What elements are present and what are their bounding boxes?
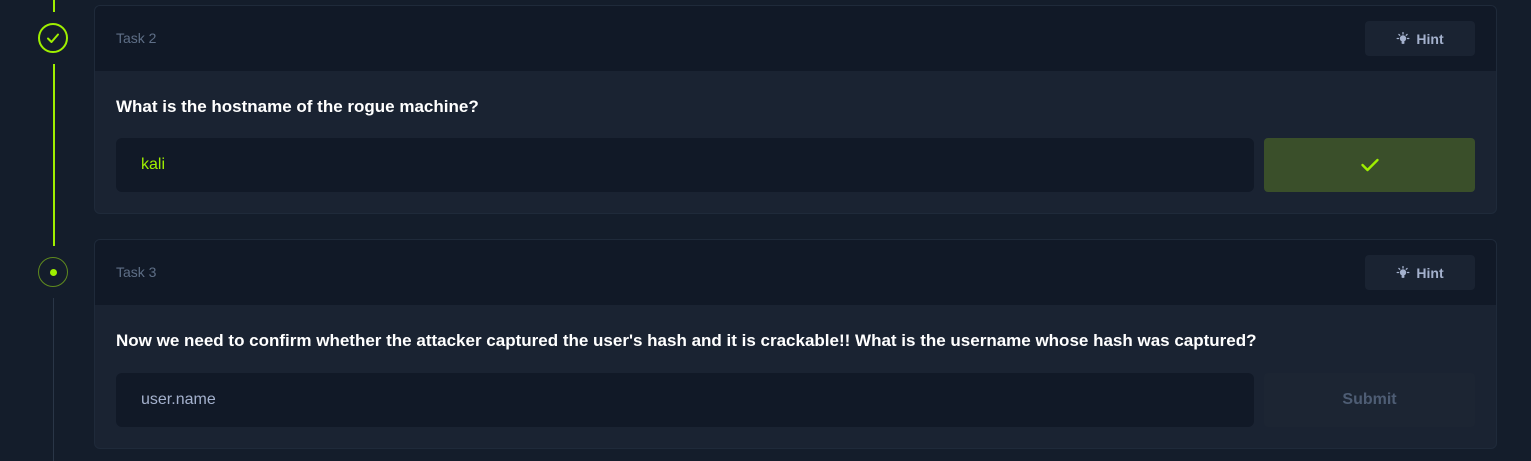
timeline-rail-upcoming (53, 298, 54, 461)
task-2-answer-value: kali (141, 156, 166, 173)
task-3-status-node (38, 257, 68, 287)
task-3-card: Task 3 Hint Now we need to confirm wheth… (94, 239, 1497, 449)
task-3-submit-button[interactable]: Submit (1264, 373, 1475, 427)
task-2-answer-field[interactable]: kali (116, 138, 1254, 192)
task-3-question: Now we need to confirm whether the attac… (116, 331, 1257, 350)
task-3-header: Task 3 Hint (95, 240, 1496, 306)
task-2-correct-button[interactable] (1264, 138, 1475, 192)
hint-label: Hint (1416, 264, 1444, 281)
task-3-answer-value: user.name (141, 391, 216, 408)
task-2-card: Task 2 Hint What is the hostname of the … (94, 5, 1497, 214)
lightbulb-icon (1396, 31, 1410, 44)
check-icon (47, 33, 59, 43)
task-3-answer-field[interactable]: user.name (116, 373, 1254, 427)
task-2-status-node (38, 23, 68, 53)
timeline-rail-top (53, 0, 55, 12)
task-2-question: What is the hostname of the rogue machin… (116, 97, 479, 116)
timeline-rail-completed (53, 64, 55, 246)
task-2-hint-button[interactable]: Hint (1365, 21, 1475, 56)
hint-label: Hint (1416, 30, 1444, 47)
task-2-label: Task 2 (116, 30, 157, 46)
task-list: Task 2 Hint What is the hostname of the … (0, 0, 1531, 461)
check-icon (1360, 158, 1379, 172)
lightbulb-icon (1396, 265, 1410, 278)
dot-icon (49, 268, 57, 276)
task-3-label: Task 3 (116, 264, 157, 280)
task-3-hint-button[interactable]: Hint (1365, 255, 1475, 290)
task-2-header: Task 2 Hint (95, 6, 1496, 72)
